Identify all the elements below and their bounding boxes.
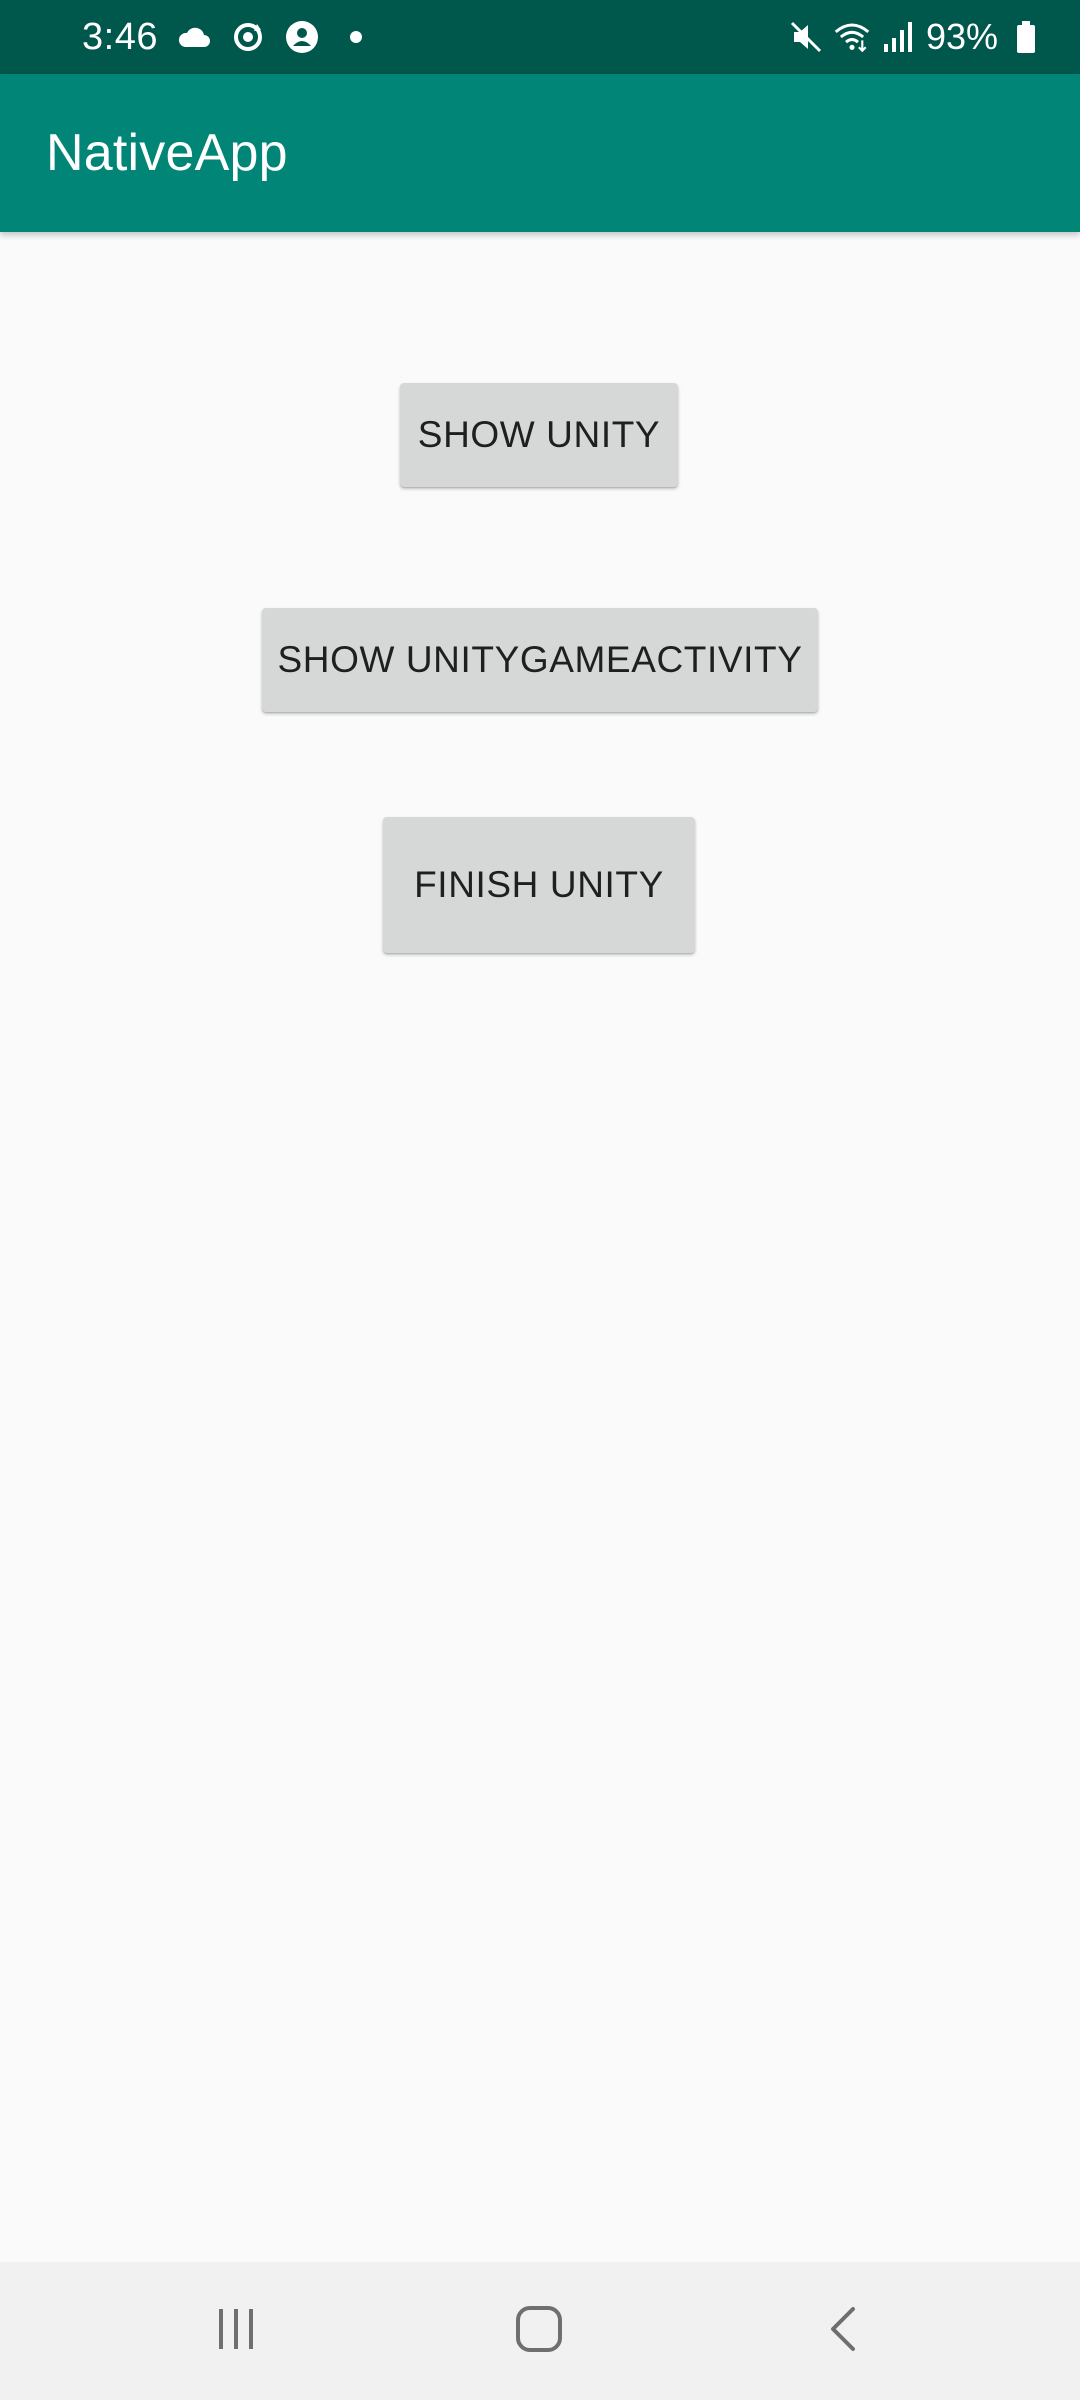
recent-apps-button[interactable] bbox=[146, 2262, 326, 2400]
show-unity-button[interactable]: SHOW UNITY bbox=[400, 383, 678, 487]
battery-icon bbox=[1008, 19, 1044, 55]
recent-apps-icon bbox=[214, 2307, 258, 2356]
show-unity-game-activity-button[interactable]: SHOW UNITYGAMEACTIVITY bbox=[262, 608, 818, 712]
screen: 3:46 93% NativeApp SHOW UNITY SHOW UNITY… bbox=[0, 0, 1080, 2400]
sync-icon bbox=[230, 19, 266, 55]
home-button[interactable] bbox=[449, 2262, 629, 2400]
battery-percentage: 93% bbox=[925, 16, 998, 57]
app-bar: NativeApp bbox=[0, 74, 1080, 232]
back-icon bbox=[825, 2305, 859, 2358]
signal-icon bbox=[880, 19, 916, 55]
navigation-bar bbox=[0, 2262, 1080, 2400]
mute-icon bbox=[788, 19, 824, 55]
back-button[interactable] bbox=[752, 2262, 932, 2400]
cloud-icon bbox=[176, 19, 212, 55]
status-left: 3:46 bbox=[82, 0, 374, 74]
app-title: NativeApp bbox=[46, 124, 288, 182]
status-time: 3:46 bbox=[82, 16, 158, 58]
status-right: 93% bbox=[788, 0, 1044, 74]
status-bar: 3:46 93% bbox=[0, 0, 1080, 74]
finish-unity-button[interactable]: FINISH UNITY bbox=[383, 817, 695, 953]
wifi-icon bbox=[834, 19, 870, 55]
account-icon bbox=[284, 19, 320, 55]
home-icon bbox=[515, 2305, 563, 2358]
notification-dot-icon bbox=[338, 19, 374, 55]
